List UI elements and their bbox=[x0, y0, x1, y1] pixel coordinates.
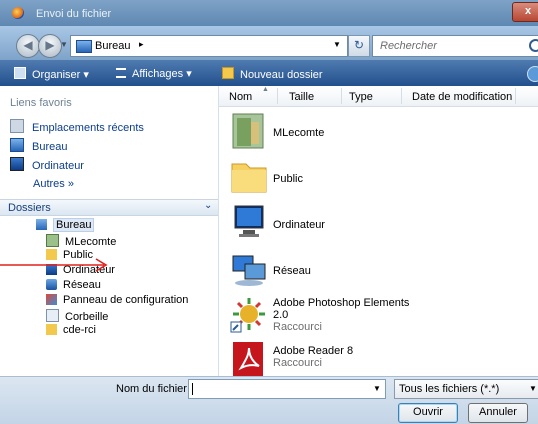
chevron-down-icon[interactable]: ⌄ bbox=[204, 200, 212, 211]
control-panel-icon bbox=[46, 294, 57, 305]
column-size[interactable]: Taille bbox=[289, 91, 314, 103]
file-list-pane: ▲ Nom Taille Type Date de modification M… bbox=[219, 86, 538, 376]
cancel-button[interactable]: Annuler bbox=[468, 403, 528, 423]
desktop-icon bbox=[36, 219, 47, 230]
recycle-bin-icon bbox=[46, 309, 59, 322]
folder-icon bbox=[231, 163, 267, 193]
tree-item-control-panel[interactable]: Panneau de configuration bbox=[46, 294, 188, 309]
list-item[interactable]: Adobe Reader 8 Raccourci bbox=[227, 340, 538, 380]
organize-icon bbox=[14, 67, 26, 79]
text-caret bbox=[192, 383, 193, 395]
list-item[interactable]: MLecomte bbox=[227, 110, 538, 156]
filename-label: Nom du fichier : bbox=[116, 383, 194, 395]
filetype-value: Tous les fichiers (*.*) bbox=[399, 383, 500, 395]
more-favorites-link[interactable]: Autres » bbox=[33, 178, 74, 190]
favorite-desktop[interactable]: Bureau bbox=[10, 138, 67, 154]
views-menu[interactable]: Affichages ▾ bbox=[116, 67, 192, 80]
command-toolbar: Organiser ▾ Affichages ▾ Nouveau dossier bbox=[0, 60, 538, 86]
user-folder-icon bbox=[46, 234, 59, 247]
tree-item-cde-rci[interactable]: cde-rci bbox=[46, 324, 96, 339]
forward-button[interactable]: ▶ bbox=[38, 34, 62, 58]
list-item[interactable]: Adobe Photoshop Elements 2.0 Raccourci bbox=[227, 294, 538, 340]
search-input[interactable]: Rechercher bbox=[372, 35, 538, 57]
file-dialog: Envoi du fichier x ◀ ▶ ▼ Bureau ▸ ▼ ↻ Re… bbox=[0, 0, 538, 424]
list-item[interactable]: Public bbox=[227, 156, 538, 202]
folder-icon bbox=[46, 324, 57, 335]
desktop-icon bbox=[10, 138, 24, 152]
tree-item-network[interactable]: Réseau bbox=[46, 279, 101, 294]
address-dropdown-icon[interactable]: ▼ bbox=[333, 40, 341, 49]
history-dropdown-icon[interactable]: ▼ bbox=[60, 40, 68, 49]
dialog-footer: Nom du fichier : ▼ Tous les fichiers (*.… bbox=[0, 376, 538, 424]
photoshop-elements-icon bbox=[230, 298, 265, 333]
folders-title: Dossiers bbox=[8, 202, 51, 214]
search-icon[interactable] bbox=[529, 39, 538, 52]
new-folder-icon bbox=[222, 67, 234, 79]
address-location[interactable]: Bureau bbox=[95, 40, 130, 52]
tree-item-user[interactable]: MLecomte bbox=[46, 234, 116, 249]
back-button[interactable]: ◀ bbox=[16, 34, 40, 58]
list-item[interactable]: Ordinateur bbox=[227, 202, 538, 248]
search-placeholder: Rechercher bbox=[380, 40, 437, 52]
annotation-arrow-icon bbox=[0, 258, 108, 272]
help-icon[interactable] bbox=[527, 66, 538, 82]
views-icon bbox=[116, 68, 126, 78]
filename-input[interactable]: ▼ bbox=[188, 379, 386, 399]
address-field[interactable]: Bureau ▸ ▼ bbox=[70, 35, 348, 57]
recent-places-icon bbox=[10, 119, 24, 133]
network-icon bbox=[46, 279, 57, 290]
computer-icon bbox=[10, 157, 24, 171]
filetype-dropdown-icon[interactable]: ▼ bbox=[529, 384, 537, 393]
column-type[interactable]: Type bbox=[349, 91, 373, 103]
new-folder-button[interactable]: Nouveau dossier bbox=[222, 67, 323, 81]
tree-label-selected: Bureau bbox=[53, 218, 95, 232]
network-icon bbox=[232, 255, 266, 286]
title-bar: Envoi du fichier x bbox=[0, 0, 538, 26]
computer-icon bbox=[234, 205, 264, 237]
breadcrumb-chevron-icon[interactable]: ▸ bbox=[139, 39, 144, 50]
refresh-button[interactable]: ↻ bbox=[348, 35, 370, 57]
tree-item-recycle-bin[interactable]: Corbeille bbox=[46, 309, 108, 324]
sort-ascending-icon: ▲ bbox=[262, 86, 269, 93]
address-bar: ◀ ▶ ▼ Bureau ▸ ▼ ↻ Rechercher bbox=[0, 26, 538, 60]
folders-header[interactable]: Dossiers ⌄ bbox=[0, 199, 218, 216]
close-button[interactable]: x bbox=[512, 2, 538, 22]
adobe-reader-icon bbox=[233, 342, 263, 376]
browser-icon bbox=[12, 7, 24, 19]
column-name[interactable]: Nom bbox=[229, 91, 252, 103]
column-header: ▲ Nom Taille Type Date de modification bbox=[219, 86, 538, 107]
list-item[interactable]: Réseau bbox=[227, 248, 538, 294]
filetype-select[interactable]: Tous les fichiers (*.*) ▼ bbox=[394, 379, 538, 399]
desktop-icon bbox=[76, 40, 92, 53]
open-button[interactable]: Ouvrir bbox=[398, 403, 458, 423]
navigation-pane: Liens favoris Emplacements récents Burea… bbox=[0, 86, 219, 376]
organize-menu[interactable]: Organiser ▾ bbox=[14, 67, 89, 81]
tree-item-desktop[interactable]: Bureau bbox=[36, 218, 95, 234]
user-folder-icon bbox=[232, 113, 264, 149]
column-date[interactable]: Date de modification bbox=[412, 91, 512, 103]
filename-dropdown-icon[interactable]: ▼ bbox=[373, 384, 381, 393]
favorite-computer[interactable]: Ordinateur bbox=[10, 157, 84, 173]
window-title: Envoi du fichier bbox=[36, 8, 112, 20]
favorites-title: Liens favoris bbox=[10, 97, 72, 109]
favorite-recent-places[interactable]: Emplacements récents bbox=[10, 119, 144, 135]
